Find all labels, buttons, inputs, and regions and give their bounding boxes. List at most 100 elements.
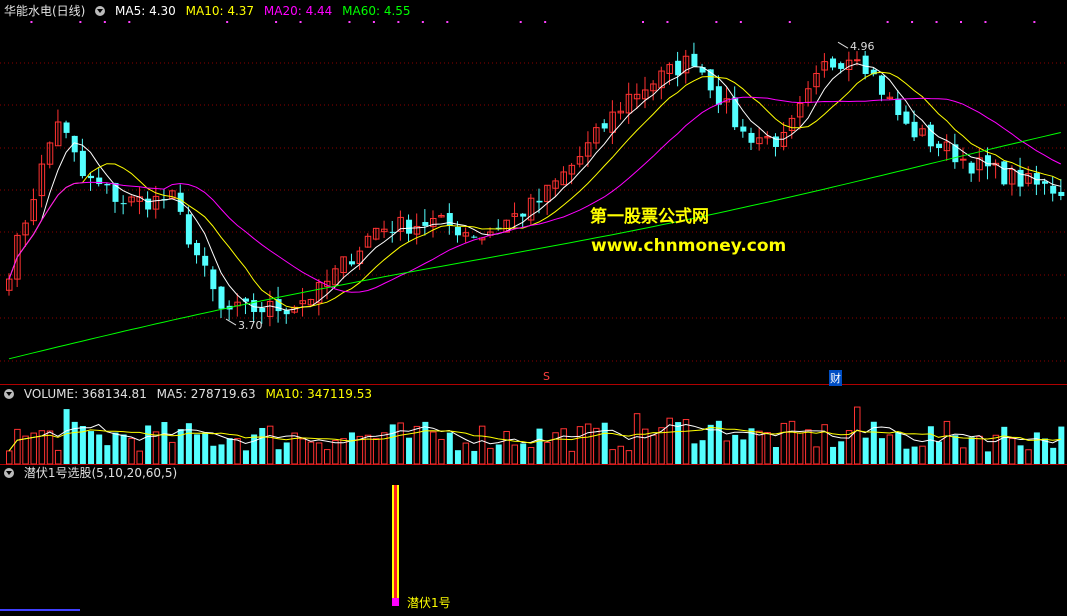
signal-dot (397, 21, 400, 23)
candle-down (454, 226, 461, 236)
candle-down (1050, 185, 1057, 194)
candle-down (210, 269, 217, 290)
volume-bar-down (259, 427, 266, 464)
volume-bar-up (633, 413, 641, 465)
candle-down (536, 200, 543, 203)
volume-bar-up (593, 427, 600, 465)
volume-bar-down (251, 434, 258, 464)
volume-bar-down (145, 425, 152, 464)
volume-bar-down (895, 431, 902, 464)
volume-bar-down (838, 441, 845, 464)
volume-bar-down (772, 447, 779, 464)
volume-bar-down (104, 445, 111, 464)
signal-dot (1033, 21, 1036, 23)
volume-bar-down (96, 434, 103, 464)
volume-bar-down (1058, 426, 1065, 464)
volume-bar-up (560, 428, 567, 465)
candle-down (104, 183, 111, 186)
candle-down (911, 121, 918, 138)
candle-down (1058, 191, 1065, 196)
volume-bar-up (813, 446, 820, 465)
candle-down (218, 286, 225, 309)
volume-bar-up (943, 420, 951, 465)
signal-dot (666, 21, 669, 23)
volume-bar-down (1017, 445, 1024, 464)
volume-bar-up (430, 431, 437, 465)
volume-bar-up (372, 438, 380, 465)
volume-bar-down (422, 421, 429, 464)
candle-down (275, 299, 282, 312)
volume-bar-up (544, 441, 551, 465)
candle-down (194, 242, 201, 256)
candle-down (601, 123, 608, 129)
event-s-badge[interactable]: S (543, 370, 550, 383)
volume-bar-up (22, 435, 29, 465)
volume-bar-up (992, 434, 1000, 465)
volume-bar-up (788, 420, 796, 465)
volume-bar-up (307, 441, 315, 465)
candle-down (675, 60, 682, 76)
volume-bar-down (88, 431, 95, 464)
indicator-chart[interactable] (0, 465, 1067, 616)
signal-dot (911, 21, 914, 23)
high-marker (837, 41, 849, 49)
ma20-line (8, 96, 1062, 293)
volume-chart[interactable] (0, 385, 1067, 465)
volume-bar-up (796, 432, 804, 465)
ma5-line (8, 63, 1061, 311)
price-chart[interactable]: 4.96 3.70 (0, 0, 1067, 385)
volume-bar-up (291, 432, 298, 465)
volume-bar-up (650, 434, 657, 465)
candle-down (63, 122, 70, 133)
volume-bar-up (886, 434, 894, 465)
volume-bar-up (462, 442, 470, 465)
event-financial-badge[interactable]: 财 (829, 370, 842, 386)
signal-dot (128, 21, 131, 23)
candle-down (895, 98, 902, 116)
candle-down (838, 63, 845, 69)
volume-bar-down (1001, 426, 1008, 464)
volume-bar-up (854, 406, 861, 465)
volume-bar-down (601, 422, 608, 464)
volume-bar-down (194, 434, 201, 464)
volume-bar-down (283, 442, 290, 464)
candle-down (691, 53, 698, 67)
candle-down (903, 111, 910, 124)
volume-bar-up (764, 432, 771, 465)
volume-bar-down (911, 446, 918, 464)
volume-bar-up (54, 449, 62, 465)
volume-bar-down (936, 441, 943, 464)
volume-bar-down (707, 424, 714, 464)
ma10-line (8, 71, 1062, 309)
candle-down (715, 86, 722, 105)
signal-dot (739, 21, 742, 23)
candle-down (748, 132, 755, 143)
volume-bar-up (299, 438, 307, 465)
volume-bar-up (332, 440, 339, 465)
candle-down (471, 236, 478, 238)
candle-down (446, 213, 453, 227)
volume-bar-up (617, 445, 625, 465)
signal-dot (715, 21, 718, 23)
volume-bar-up (976, 435, 983, 465)
volume-bar-up (397, 422, 404, 465)
volume-bar-up (315, 442, 323, 465)
candle-down (740, 126, 747, 132)
signal-dot (103, 21, 106, 23)
signal-dot (421, 21, 424, 23)
volume-bar-down (675, 422, 682, 464)
volume-bar-down (903, 448, 910, 464)
candle-down (259, 307, 266, 313)
signal-dot (30, 21, 33, 23)
candle-down (984, 155, 991, 167)
watermark-title: 第一股票公式网 (590, 207, 709, 227)
volume-bar-up (625, 450, 633, 465)
volume-bar-down (927, 426, 934, 464)
signal-dot (960, 21, 962, 23)
candle-down (348, 261, 355, 265)
volume-bar-up (609, 449, 616, 465)
volume-bar-up (128, 437, 135, 465)
signal-dot (788, 21, 791, 23)
low-marker (225, 318, 237, 326)
volume-bar-up (234, 438, 241, 465)
